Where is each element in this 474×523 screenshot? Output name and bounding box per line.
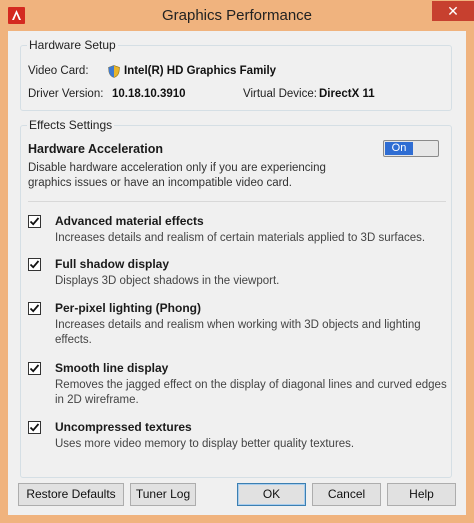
video-card-label: Video Card: (28, 65, 89, 77)
video-card-value: Intel(R) HD Graphics Family (124, 65, 277, 77)
dialog-client-area: Hardware Setup Video Card: Intel(R) HD G… (8, 31, 466, 515)
virtual-device-label: Virtual Device: (243, 88, 317, 100)
full-shadow-display-checkbox[interactable] (28, 258, 41, 271)
uncompressed-textures-checkbox[interactable] (28, 421, 41, 434)
hardware-acceleration-toggle[interactable]: On (383, 140, 439, 157)
option-description: Uses more video memory to display better… (55, 438, 355, 450)
title-bar[interactable]: Graphics Performance ✕ (0, 0, 474, 31)
option-title: Full shadow display (55, 257, 170, 271)
option-title: Advanced material effects (55, 214, 204, 228)
virtual-device-value: DirectX 11 (319, 88, 375, 100)
option-description: Increases details and realism when worki… (55, 319, 421, 346)
driver-version-label: Driver Version: (28, 88, 104, 100)
window-title: Graphics Performance (161, 7, 313, 24)
hardware-acceleration-title: Hardware Acceleration (28, 142, 164, 156)
graphics-performance-window: Graphics Performance ✕ Hardware Setup Vi… (0, 0, 474, 523)
ok-button[interactable]: OK (237, 483, 306, 506)
smooth-line-display-checkbox[interactable] (28, 362, 41, 375)
advanced-material-effects-checkbox[interactable] (28, 215, 41, 228)
option-description: Removes the jagged effect on the display… (55, 379, 447, 406)
tuner-log-button[interactable]: Tuner Log (130, 483, 196, 506)
option-title: Smooth line display (55, 361, 169, 375)
hardware-setup-legend: Hardware Setup (27, 38, 118, 52)
effects-settings-legend: Effects Settings (27, 118, 115, 132)
shield-icon (108, 65, 120, 78)
effects-settings-group: Effects Settings Hardware Acceleration O… (20, 118, 452, 478)
option-description: Displays 3D object shadows in the viewpo… (55, 275, 280, 287)
hardware-acceleration-description: Disable hardware acceleration only if yo… (28, 162, 326, 189)
restore-defaults-button[interactable]: Restore Defaults (18, 483, 124, 506)
driver-version-value: 10.18.10.3910 (112, 88, 186, 100)
close-button[interactable]: ✕ (432, 1, 474, 21)
per-pixel-lighting-checkbox[interactable] (28, 302, 41, 315)
hardware-setup-group: Hardware Setup Video Card: Intel(R) HD G… (20, 38, 452, 111)
option-title: Uncompressed textures (55, 420, 192, 434)
separator (28, 201, 446, 202)
cancel-button[interactable]: Cancel (312, 483, 381, 506)
help-button[interactable]: Help (387, 483, 456, 506)
option-description: Increases details and realism of certain… (55, 232, 426, 244)
option-title: Per-pixel lighting (Phong) (55, 301, 201, 315)
toggle-on-label: On (385, 142, 413, 155)
